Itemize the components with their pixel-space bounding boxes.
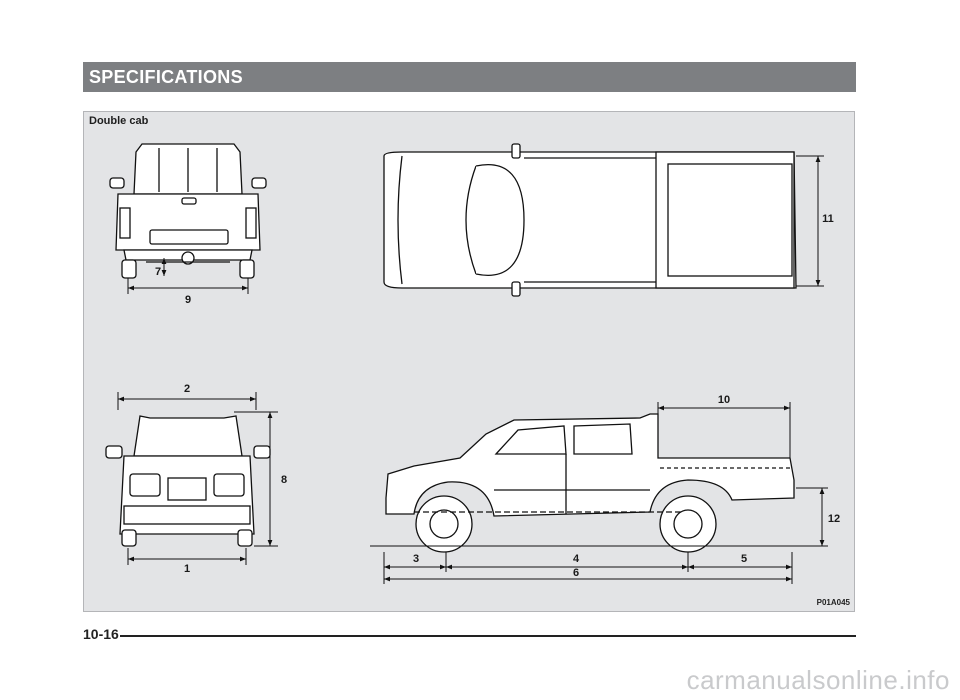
- figure-id: P01A045: [816, 598, 850, 607]
- dimension-label-11: 11: [822, 213, 834, 225]
- front-view-drawing: [105, 415, 271, 547]
- dimension-label-12: 12: [828, 513, 840, 525]
- dimension-label-4: 4: [573, 553, 580, 565]
- dimension-label-8: 8: [281, 474, 287, 486]
- rear-view-drawing: [109, 143, 267, 279]
- dimension-label-6: 6: [573, 567, 579, 579]
- watermark: carmanualsonline.info: [686, 665, 950, 695]
- vehicle-dimensions-figure: Double cab 7 9 11 2 1 8 10 12 3 4 5 6 P0…: [83, 111, 855, 612]
- top-view-drawing: [383, 143, 797, 297]
- section-header-bar: SPECIFICATIONS: [83, 62, 856, 92]
- dimension-label-2: 2: [184, 383, 190, 395]
- dimension-label-10: 10: [718, 394, 730, 406]
- dimension-label-9: 9: [185, 294, 191, 306]
- dimension-label-1: 1: [184, 563, 190, 575]
- dimension-label-7: 7: [155, 266, 161, 278]
- page-number: 10-16: [83, 626, 119, 642]
- top-view-dimensions: [796, 155, 824, 287]
- dimension-drawing: 7 9 11 2 1 8 10 12 3 4 5 6: [105, 143, 840, 584]
- dimension-label-5: 5: [741, 553, 747, 565]
- footer-rule: [120, 635, 856, 637]
- dimension-label-3: 3: [413, 553, 419, 565]
- side-view-drawing: [385, 413, 795, 553]
- section-title: SPECIFICATIONS: [89, 67, 243, 87]
